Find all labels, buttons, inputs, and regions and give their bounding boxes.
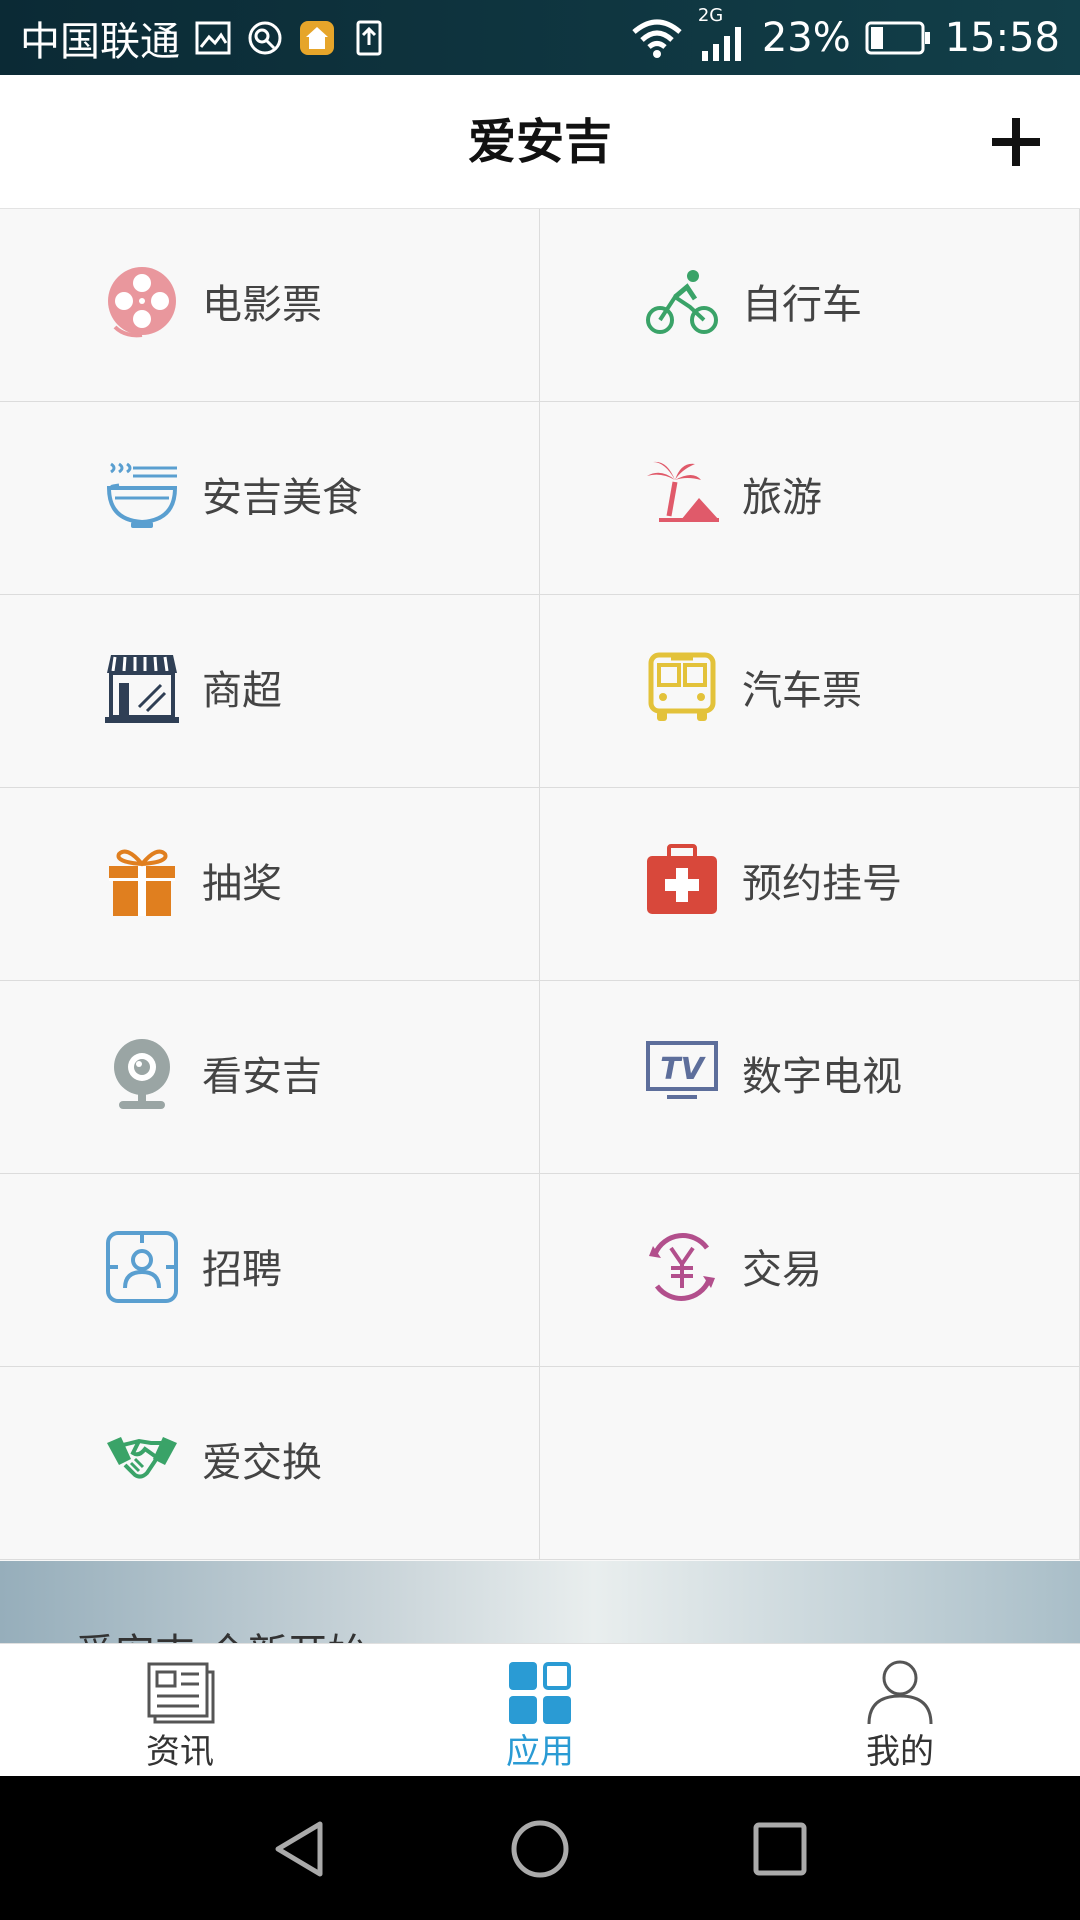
id-badge-icon (106, 1231, 178, 1303)
clock: 15:58 (944, 14, 1060, 61)
tab-apps[interactable]: 应用 (360, 1644, 720, 1777)
app-label: 商超 (202, 668, 282, 714)
app-tile-movie-tickets[interactable]: 电影票 (0, 209, 540, 402)
app-tile-recruitment[interactable]: 招聘 (0, 1174, 540, 1367)
person-icon (867, 1660, 933, 1725)
apps-grid-icon (509, 1662, 571, 1724)
app-tile-watch-anji[interactable]: 看安吉 (0, 981, 540, 1174)
app-label: 自行车 (742, 282, 862, 328)
tab-label: 资讯 (146, 1732, 214, 1772)
tab-label: 我的 (866, 1732, 934, 1772)
app-tile-digital-tv[interactable]: TV 数字电视 (540, 981, 1080, 1174)
webcam-icon (114, 1039, 170, 1109)
palm-beach-icon (647, 461, 719, 522)
wifi-icon (632, 19, 682, 58)
tab-me[interactable]: 我的 (720, 1644, 1080, 1777)
signal-indicator: 2G (698, 5, 748, 61)
recents-icon[interactable] (749, 1818, 811, 1880)
app-tile-lottery[interactable]: 抽奖 (0, 788, 540, 981)
tab-label: 应用 (506, 1732, 574, 1772)
app-label: 旅游 (742, 475, 822, 521)
app-tile-travel[interactable]: 旅游 (540, 402, 1080, 595)
system-nav-bar (0, 1776, 1080, 1920)
app-header: 爱安吉 (0, 75, 1080, 209)
sync-icon (248, 21, 282, 54)
app-label: 抽奖 (202, 861, 282, 907)
page-title: 爱安吉 (467, 114, 612, 170)
bus-icon (648, 652, 716, 721)
svg-text:TV: TV (660, 1052, 706, 1087)
handshake-icon (107, 1437, 177, 1479)
app-tile-supermarket[interactable]: 商超 (0, 595, 540, 788)
app-label: 预约挂号 (742, 861, 902, 907)
promo-banner[interactable]: 爱安吉 全新开始 (0, 1561, 1080, 1643)
noodle-bowl-icon (106, 462, 178, 528)
app-label: 汽车票 (742, 668, 862, 714)
battery-icon (865, 21, 930, 54)
network-type: 2G (697, 4, 724, 26)
yuan-exchange-icon (649, 1233, 715, 1301)
app-tile-empty (540, 1367, 1080, 1560)
newspaper-icon (147, 1662, 215, 1724)
app-tile-love-exchange[interactable]: 爱交换 (0, 1367, 540, 1560)
add-icon[interactable] (990, 116, 1042, 168)
app-label: 爱交换 (202, 1440, 322, 1486)
app-tile-trade[interactable]: 交易 (540, 1174, 1080, 1367)
app-tile-appointment[interactable]: 预约挂号 (540, 788, 1080, 981)
app-tile-anji-food[interactable]: 安吉美食 (0, 402, 540, 595)
carrier-name: 中国联通 (20, 18, 180, 65)
app-label: 安吉美食 (202, 475, 362, 521)
signal-icon (701, 26, 741, 61)
app-label: 招聘 (202, 1247, 282, 1293)
app-label: 电影票 (202, 282, 322, 328)
bottom-tab-bar: 资讯 应用 我的 (0, 1643, 1080, 1777)
upload-icon (356, 20, 382, 55)
tv-icon: TV (646, 1041, 718, 1099)
tab-news[interactable]: 资讯 (0, 1644, 360, 1777)
back-icon[interactable] (270, 1818, 332, 1880)
medical-kit-icon (647, 844, 717, 914)
banner-text: 爱安吉 全新开始 (75, 1621, 368, 1643)
gift-icon (109, 849, 175, 916)
app-tile-bus-tickets[interactable]: 汽车票 (540, 595, 1080, 788)
app-grid: 电影票 自行车 安吉美食 旅游 商超 汽车票 抽奖 预约挂号 看安吉 TV 数字… (0, 209, 1080, 1561)
home-icon[interactable] (509, 1818, 571, 1880)
gallery-icon (195, 21, 231, 54)
storefront-icon (105, 655, 179, 723)
battery-percent: 23% (761, 14, 851, 61)
app-label: 看安吉 (202, 1054, 322, 1100)
app-label: 数字电视 (742, 1054, 902, 1100)
film-reel-icon (108, 267, 176, 338)
status-bar: 中国联通 2G 23% 15:58 (0, 0, 1080, 75)
cyclist-icon (646, 270, 718, 334)
home-app-icon (300, 20, 334, 55)
app-tile-bicycle[interactable]: 自行车 (540, 209, 1080, 402)
app-label: 交易 (742, 1247, 822, 1293)
